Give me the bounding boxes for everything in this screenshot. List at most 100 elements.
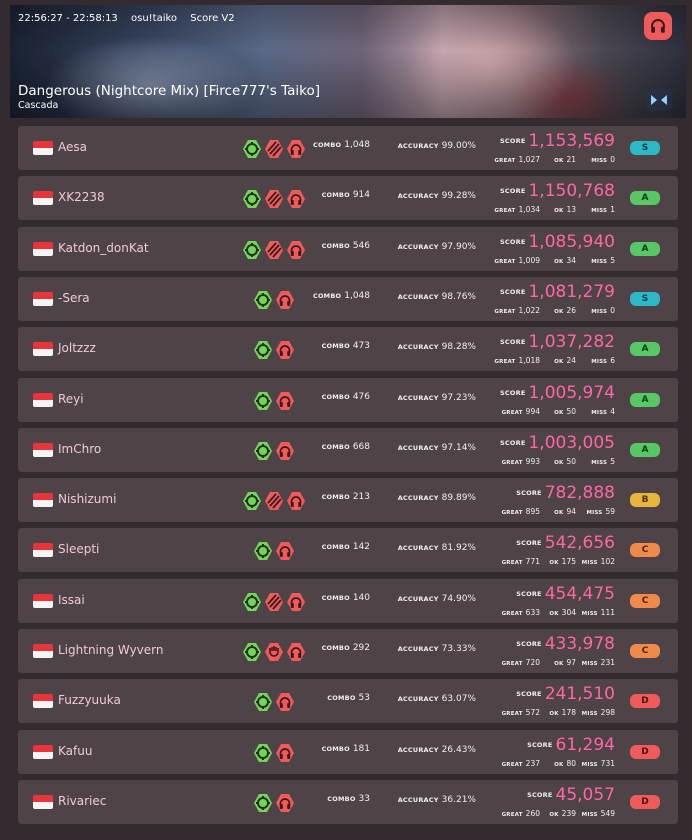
score-row[interactable]: XK2238 COMBO 914 ACCURACY 99.28% SCORE 1,150,… <box>18 176 678 221</box>
scoreboard-window: 22:56:27 - 22:58:13 osu!taiko Score V2 D… <box>0 0 692 840</box>
accuracy-stat-label: ACCURACY <box>397 142 439 150</box>
great-count-value: 1,009 <box>518 255 540 265</box>
score-row[interactable]: Kafuu COMBO 181 ACCURACY 26.43% SCORE 61,294 M… <box>18 729 678 774</box>
country-flag-icon <box>33 694 53 709</box>
player-name[interactable]: Issai <box>58 593 85 607</box>
ok-count-label: OK <box>554 258 564 265</box>
country-flag-icon <box>33 442 53 457</box>
total-score: SCORE 1,005,974 <box>500 383 615 403</box>
player-name[interactable]: Joltzzz <box>58 341 96 355</box>
score-row[interactable]: Aesa COMBO 1,048 ACCURACY 99.00% SCORE 1,153,… <box>18 126 678 170</box>
country-flag-icon <box>33 493 53 508</box>
nightcore-mod-icon <box>287 643 305 661</box>
accuracy-stat-label: ACCURACY <box>397 192 439 201</box>
score-value: 241,510 <box>544 684 615 705</box>
player-name[interactable]: Nishizumi <box>58 492 116 506</box>
grade-badge: B <box>630 493 660 508</box>
combo-stat: COMBO 140 <box>322 593 370 603</box>
nofail-mod-icon <box>254 441 272 460</box>
player-name[interactable]: Lightning Wyvern <box>58 643 164 657</box>
great-count: GREAT 1,018 <box>494 356 540 365</box>
miss-count: MISS 5 <box>591 457 615 466</box>
score-row[interactable]: Reyi COMBO 476 ACCURACY 97.23% SCORE 1,005,97… <box>18 377 678 422</box>
ok-count: OK 34 <box>554 256 576 265</box>
score-label: SCORE <box>500 187 526 196</box>
score-row[interactable]: Joltzzz COMBO 473 ACCURACY 98.28% SCORE 1,037… <box>18 327 678 372</box>
score-value: 1,085,940 <box>528 231 615 252</box>
player-name[interactable]: Katdon_donKat <box>58 241 149 255</box>
player-name[interactable]: -Sera <box>58 291 90 305</box>
score-row[interactable]: -Sera COMBO 1,048 ACCURACY 98.76% SCORE 1,081… <box>18 276 678 321</box>
player-name[interactable]: Sleepti <box>58 542 99 556</box>
score-label: SCORE <box>527 790 553 799</box>
ok-count-value: 21 <box>566 155 576 164</box>
score-label: SCORE <box>516 640 542 648</box>
ok-count: OK 239 <box>549 809 576 818</box>
score-label: SCORE <box>500 438 526 447</box>
grade-badge: A <box>630 241 660 256</box>
great-count-value: 260 <box>525 808 540 818</box>
miss-count: MISS 0 <box>591 155 615 164</box>
accuracy-stat: ACCURACY 36.21% <box>398 795 476 805</box>
score-row[interactable]: Nishizumi COMBO 213 ACCURACY 89.89% SCORE 782… <box>18 478 678 523</box>
combo-stat-label: COMBO <box>321 644 350 652</box>
score-value: 1,003,005 <box>528 432 615 453</box>
miss-count: MISS 231 <box>582 658 615 667</box>
accuracy-stat-value: 36.21% <box>441 794 476 805</box>
player-name[interactable]: XK2238 <box>58 190 105 204</box>
player-name[interactable]: Reyi <box>58 392 84 406</box>
combo-stat: COMBO 668 <box>322 442 370 452</box>
combo-stat-label: COMBO <box>312 141 342 149</box>
score-row[interactable]: Rivariec COMBO 33 ACCURACY 36.21% SCORE 45,05… <box>18 779 678 824</box>
grade-badge: D <box>630 794 660 809</box>
accuracy-stat-label: ACCURACY <box>397 393 439 402</box>
score-row[interactable]: Lightning Wyvern COMBO 292 ACCURACY 73.33% S… <box>18 629 678 673</box>
miss-count: MISS 5 <box>591 256 615 265</box>
great-count: GREAT 993 <box>502 457 540 466</box>
miss-count: MISS 6 <box>591 356 615 365</box>
accuracy-stat-label: ACCURACY <box>397 795 439 804</box>
accuracy-stat-value: 89.89% <box>441 493 476 504</box>
great-count-label: GREAT <box>501 510 523 517</box>
miss-count-label: MISS <box>591 359 608 366</box>
grade-badge: A <box>630 392 660 407</box>
mode-button[interactable] <box>644 12 672 40</box>
country-flag-icon <box>33 744 53 759</box>
combo-stat: COMBO 142 <box>322 542 370 552</box>
score-row[interactable]: Sleepti COMBO 142 ACCURACY 81.92% SCORE 542,6… <box>18 528 678 573</box>
ok-count-label: OK <box>554 359 564 366</box>
accuracy-stat-label: ACCURACY <box>397 292 439 301</box>
score-row[interactable]: Issai COMBO 140 ACCURACY 74.90% SCORE 454,475… <box>18 578 678 623</box>
great-count-value: 994 <box>525 406 540 416</box>
total-score: SCORE 61,294 <box>527 735 615 755</box>
game-mode: osu!taiko <box>130 13 178 24</box>
player-name[interactable]: Fuzzyuuka <box>58 693 121 707</box>
combo-stat-value: 181 <box>352 743 370 754</box>
miss-count-label: MISS <box>591 409 608 416</box>
score-row[interactable]: ImChro COMBO 668 ACCURACY 97.14% SCORE 1,003,… <box>18 427 678 472</box>
combo-stat: COMBO 292 <box>322 643 370 653</box>
score-row[interactable]: Katdon_donKat COMBO 546 ACCURACY 97.90% SCOR… <box>18 226 678 271</box>
mod-icons <box>242 642 306 662</box>
great-count-value: 1,027 <box>518 155 540 164</box>
miss-count-label: MISS <box>591 308 608 315</box>
player-name[interactable]: Rivariec <box>58 794 106 808</box>
combo-stat-label: COMBO <box>321 593 350 602</box>
accuracy-stat-label: ACCURACY <box>397 745 439 754</box>
score-row[interactable]: Fuzzyuuka COMBO 53 ACCURACY 63.07% SCORE 241,… <box>18 679 678 724</box>
nofail-mod-icon <box>254 391 272 410</box>
expand-button[interactable] <box>646 89 672 111</box>
country-flag-icon <box>33 794 53 809</box>
mod-icons <box>253 391 295 411</box>
player-name[interactable]: Kafuu <box>58 744 92 758</box>
score-label: SCORE <box>516 489 542 498</box>
ok-count-label: OK <box>554 510 564 517</box>
accuracy-stat-value: 98.28% <box>441 342 476 353</box>
combo-stat: COMBO 53 <box>327 693 370 703</box>
player-name[interactable]: Aesa <box>58 140 87 154</box>
score-type: Score V2 <box>190 13 235 24</box>
accuracy-stat-label: ACCURACY <box>397 242 439 251</box>
great-count-label: GREAT <box>494 258 516 265</box>
player-name[interactable]: ImChro <box>58 442 101 456</box>
header-info-line: 22:56:27 - 22:58:13 osu!taiko Score V2 <box>18 13 245 24</box>
